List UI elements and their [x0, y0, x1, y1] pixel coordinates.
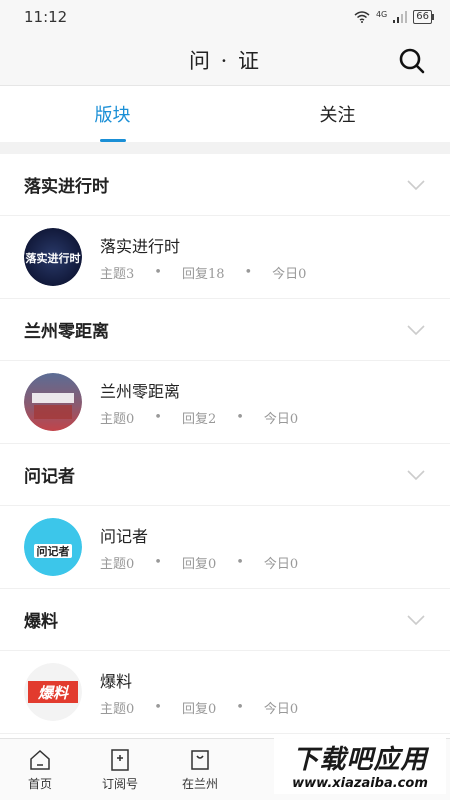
replies-count: 回复2: [181, 411, 217, 427]
forum-item[interactable]: 兰州零距离 主题0 • 回复2 • 今日0: [0, 361, 450, 444]
topics-count: 主题0: [100, 701, 135, 717]
stat-separator: •: [236, 699, 244, 715]
forum-info: 兰州零距离 主题0 • 回复2 • 今日0: [100, 378, 298, 427]
tab-indicator: [99, 139, 126, 142]
forum-avatar: 问记者: [24, 518, 82, 576]
forum-stats: 主题3 • 回复18 • 今日0: [100, 263, 306, 282]
forum-avatar: 落实进行时: [24, 228, 82, 286]
search-icon[interactable]: [398, 47, 426, 75]
topics-count: 主题0: [100, 556, 135, 572]
chevron-down-icon[interactable]: [406, 614, 426, 626]
tab-bar: 版块 关注: [0, 86, 450, 142]
nav-label: 在兰州: [181, 776, 218, 791]
forum-avatar: 爆料: [24, 663, 82, 721]
today-count: 今日0: [272, 266, 307, 282]
bag-icon: [191, 749, 209, 770]
status-bar: 11:12 4G 66: [0, 0, 450, 34]
forum-name: 爆料: [100, 671, 133, 691]
tab-label: 版块: [94, 105, 131, 126]
chevron-down-icon[interactable]: [406, 324, 426, 336]
section-header[interactable]: 问记者: [0, 444, 450, 506]
tab-following[interactable]: 关注: [225, 86, 450, 142]
today-count: 今日0: [263, 411, 299, 427]
section-title: 兰州零距离: [24, 322, 109, 342]
avatar-text: 问记者: [37, 544, 70, 558]
watermark-url: www.xiazaiba.com: [292, 776, 428, 791]
status-time: 11:12: [24, 8, 68, 26]
avatar-text: 爆料: [37, 684, 70, 702]
forum-name: 落实进行时: [100, 236, 181, 256]
stat-separator: •: [236, 409, 244, 425]
forum-item[interactable]: 爆料 爆料 主题0 • 回复0 • 今日0: [0, 651, 450, 734]
stat-separator: •: [154, 554, 162, 570]
stat-separator: •: [244, 264, 253, 280]
topics-count: 主题3: [100, 266, 135, 282]
app-header: 问 · 证: [0, 34, 450, 86]
stat-separator: •: [154, 699, 162, 715]
subscribe-icon: [111, 748, 129, 771]
nav-home[interactable]: 首页: [0, 739, 80, 800]
forum-name: 问记者: [100, 526, 149, 546]
forum-stats: 主题0 • 回复2 • 今日0: [100, 408, 298, 427]
home-icon: [30, 749, 50, 770]
section-header[interactable]: 兰州零距离: [0, 299, 450, 361]
replies-count: 回复0: [181, 556, 217, 572]
watermark-text: 下载吧应用: [292, 745, 428, 775]
battery-icon: 66: [413, 10, 434, 24]
chevron-down-icon[interactable]: [406, 179, 426, 191]
page-title: 问 · 证: [188, 48, 262, 73]
section-title: 问记者: [24, 467, 75, 487]
signal-icon: [393, 11, 408, 23]
forum-avatar: [24, 373, 82, 431]
forum-name: 兰州零距离: [100, 381, 181, 401]
replies-count: 回复0: [181, 701, 217, 717]
tab-sections[interactable]: 版块: [0, 86, 225, 142]
wifi-icon: [354, 11, 370, 23]
chevron-down-icon[interactable]: [406, 469, 426, 481]
section-title: 落实进行时: [24, 177, 109, 197]
forum-stats: 主题0 • 回复0 • 今日0: [100, 553, 298, 572]
watermark-logo: 下载吧应用 www.xiazaiba.com: [274, 736, 446, 794]
forum-stats: 主题0 • 回复0 • 今日0: [100, 698, 298, 717]
today-count: 今日0: [263, 556, 299, 572]
avatar-text: 落实进行时: [26, 251, 81, 265]
nav-subscribe[interactable]: 订阅号: [80, 739, 160, 800]
forum-info: 问记者 主题0 • 回复0 • 今日0: [100, 523, 298, 572]
tab-label: 关注: [319, 105, 356, 126]
nav-label: 订阅号: [101, 776, 138, 791]
forum-info: 爆料 主题0 • 回复0 • 今日0: [100, 668, 298, 717]
status-indicators: 4G 66: [354, 10, 434, 24]
nav-lanzhou[interactable]: 在兰州: [160, 739, 240, 800]
today-count: 今日0: [263, 701, 299, 717]
nav-label: 首页: [27, 776, 52, 791]
forum-item[interactable]: 落实进行时 落实进行时 主题3 • 回复18 • 今日0: [0, 216, 450, 299]
forum-info: 落实进行时 主题3 • 回复18 • 今日0: [100, 233, 306, 282]
stat-separator: •: [236, 554, 244, 570]
section-header[interactable]: 爆料: [0, 589, 450, 651]
stat-separator: •: [154, 264, 162, 280]
section-divider: [0, 142, 450, 154]
replies-count: 回复18: [181, 266, 225, 282]
stat-separator: •: [154, 409, 162, 425]
forum-item[interactable]: 问记者 问记者 主题0 • 回复0 • 今日0: [0, 506, 450, 589]
network-label: 4G: [375, 10, 388, 19]
section-header[interactable]: 落实进行时: [0, 154, 450, 216]
section-title: 爆料: [24, 612, 58, 632]
topics-count: 主题0: [100, 411, 135, 427]
